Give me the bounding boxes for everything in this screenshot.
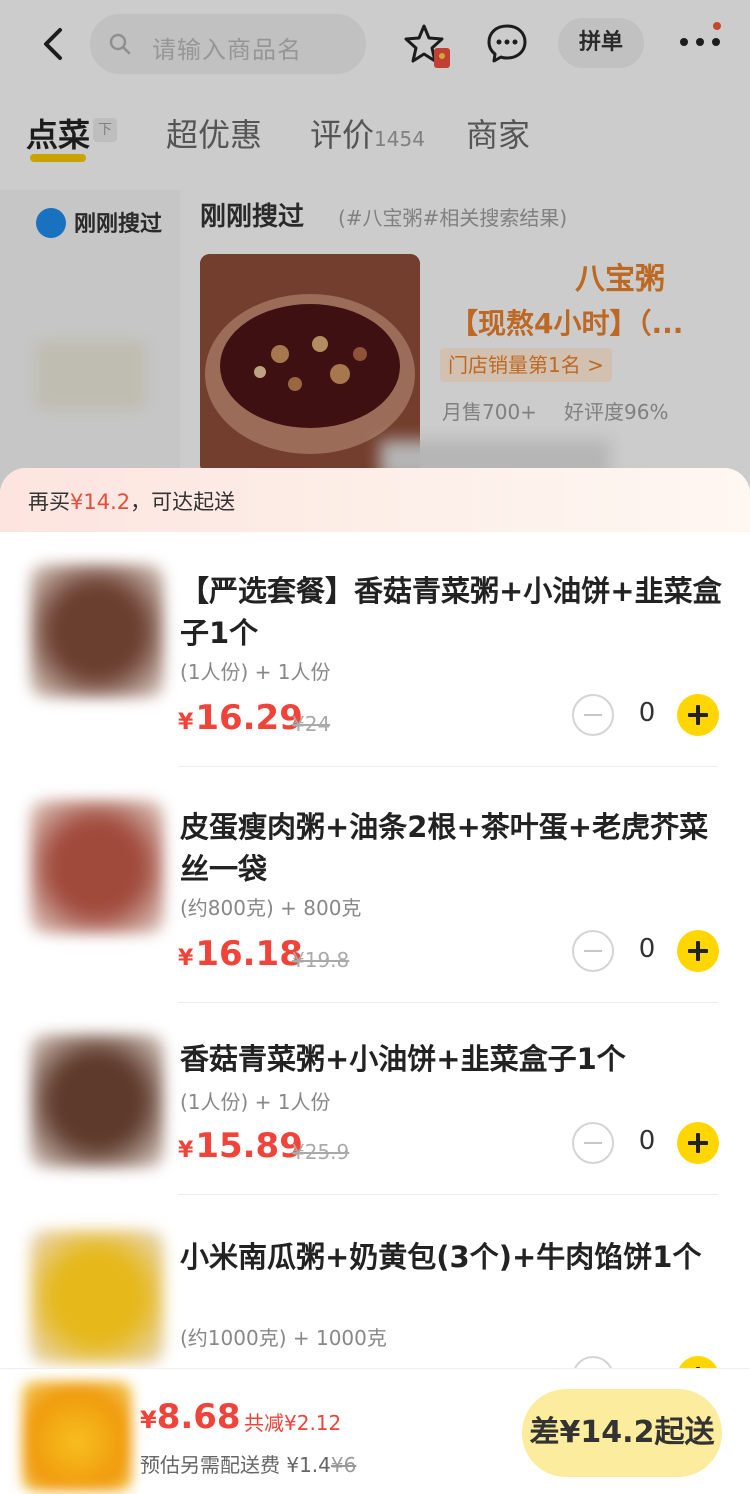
- dim-overlay[interactable]: [0, 0, 750, 520]
- cart-total: ¥8.68: [140, 1397, 241, 1437]
- item-spec: (约1000克) + 1000克: [180, 1326, 387, 1350]
- item-spec: (1人份) + 1人份: [180, 1090, 331, 1114]
- min-order-notice: 再买¥14.2，可达起送: [0, 468, 750, 532]
- notice-suffix: ，可达起送: [130, 490, 236, 514]
- notice-prefix: 再买: [28, 490, 70, 514]
- cart-item[interactable]: 皮蛋瘦肉粥+油条2根+茶叶蛋+老虎芥菜丝一袋 (约800克) + 800克 ¥1…: [0, 800, 750, 1000]
- notice-amount: ¥14.2: [70, 490, 131, 514]
- cart-icon[interactable]: [22, 1381, 132, 1491]
- total-value: 8.68: [156, 1397, 241, 1437]
- total-currency: ¥: [140, 1406, 157, 1434]
- price-value: 16.18: [195, 934, 303, 974]
- delivery-fee-original: ¥6: [330, 1453, 357, 1477]
- checkout-button[interactable]: 差¥14.2起送: [522, 1389, 722, 1477]
- item-price: ¥16.18: [178, 934, 303, 974]
- checkout-bar: ¥8.68 共减¥2.12 预估另需配送费 ¥1.4¥6 差¥14.2起送: [0, 1368, 750, 1494]
- price-value: 16.29: [195, 698, 303, 738]
- decrease-quantity-button[interactable]: [572, 930, 614, 972]
- cart-item[interactable]: 香菇青菜粥+小油饼+韭菜盒子1个 (1人份) + 1人份 ¥15.89 ¥25.…: [0, 1034, 750, 1194]
- price-currency: ¥: [178, 1138, 194, 1163]
- increase-quantity-button[interactable]: [677, 1122, 719, 1164]
- decrease-quantity-button[interactable]: [572, 1122, 614, 1164]
- item-thumbnail[interactable]: [30, 564, 164, 698]
- item-original-price: ¥25.9: [292, 1140, 350, 1164]
- item-quantity: 0: [638, 934, 656, 964]
- item-name: 皮蛋瘦肉粥+油条2根+茶叶蛋+老虎芥菜丝一袋: [180, 810, 709, 886]
- item-price: ¥16.29: [178, 698, 303, 738]
- item-thumbnail[interactable]: [30, 1034, 164, 1168]
- item-name: 香菇青菜粥+小油饼+韭菜盒子1个: [180, 1042, 626, 1076]
- price-value: 15.89: [195, 1126, 303, 1166]
- item-price: ¥15.89: [178, 1126, 303, 1166]
- item-thumbnail[interactable]: [30, 1230, 164, 1364]
- min-order-notice-text: 再买¥14.2，可达起送: [28, 486, 235, 516]
- cart-item[interactable]: 【严选套餐】香菇青菜粥+小油饼+韭菜盒子1个 (1人份) + 1人份 ¥16.2…: [0, 564, 750, 764]
- increase-quantity-button[interactable]: [677, 694, 719, 736]
- item-original-price: ¥24: [292, 712, 331, 736]
- item-quantity: 0: [638, 698, 656, 728]
- delivery-fee: 预估另需配送费 ¥1.4¥6: [140, 1449, 356, 1478]
- item-divider: [178, 1194, 718, 1195]
- cart-sheet: 再买¥14.2，可达起送 【严选套餐】香菇青菜粥+小油饼+韭菜盒子1个 (1人份…: [0, 468, 750, 1494]
- item-spec: (1人份) + 1人份: [180, 660, 331, 684]
- decrease-quantity-button[interactable]: [572, 694, 614, 736]
- item-original-price: ¥19.8: [292, 948, 350, 972]
- delivery-fee-label: 预估另需配送费 ¥1.4: [140, 1453, 331, 1477]
- item-thumbnail[interactable]: [30, 800, 164, 934]
- item-name: 小米南瓜粥+奶黄包(3个)+牛肉馅饼1个: [180, 1240, 702, 1274]
- item-quantity: 0: [638, 1126, 656, 1156]
- item-divider: [178, 1002, 718, 1003]
- item-divider: [178, 766, 718, 767]
- increase-quantity-button[interactable]: [677, 930, 719, 972]
- price-currency: ¥: [178, 710, 194, 735]
- item-spec: (约800克) + 800克: [180, 896, 362, 920]
- cart-item[interactable]: 小米南瓜粥+奶黄包(3个)+牛肉馅饼1个 (约1000克) + 1000克: [0, 1230, 750, 1398]
- total-discount: 共减¥2.12: [244, 1411, 342, 1435]
- price-currency: ¥: [178, 946, 194, 971]
- item-name: 【严选套餐】香菇青菜粥+小油饼+韭菜盒子1个: [180, 574, 722, 650]
